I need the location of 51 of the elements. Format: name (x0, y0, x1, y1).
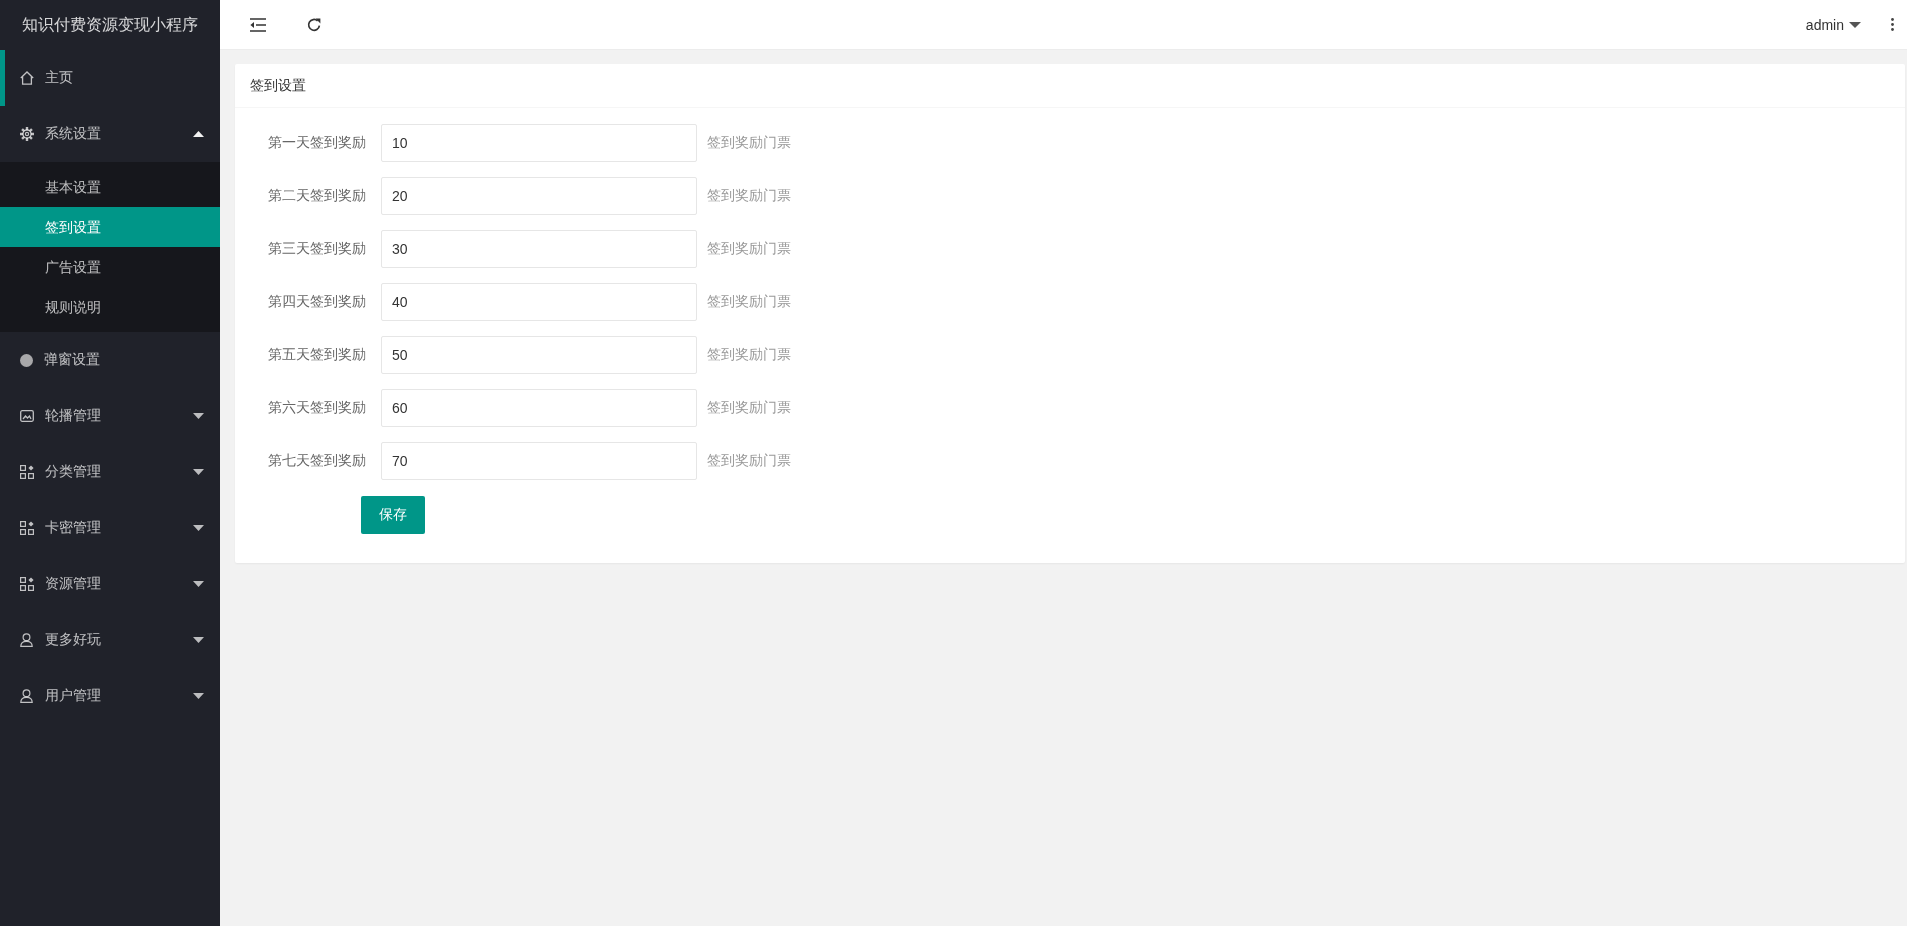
sidebar-nav-item[interactable]: 轮播管理 (0, 388, 220, 444)
app-title: 知识付费资源变现小程序 (21, 15, 199, 35)
sidebar-nav-item[interactable]: 弹窗设置 (0, 332, 220, 388)
input-field[interactable]: 20 (381, 177, 697, 215)
refresh-icon (307, 17, 321, 32)
field-hint: 签到奖励门票 (707, 187, 791, 205)
app-grid-icon (20, 521, 34, 535)
input-field[interactable]: 30 (381, 230, 697, 268)
user-menu-button[interactable]: admin (1785, 0, 1877, 49)
input-field[interactable]: 50 (381, 336, 697, 374)
sidebar-nav-item[interactable]: 主页 (0, 50, 220, 106)
field-label: 第四天签到奖励 (267, 293, 366, 311)
app-grid-icon (20, 577, 34, 591)
field-hint: 签到奖励门票 (707, 240, 791, 258)
sidebar-nav-item[interactable]: 分类管理 (0, 444, 220, 500)
outdent-icon (250, 17, 266, 32)
submenu-item[interactable]: 规则说明 (0, 287, 220, 327)
more-icon (1890, 18, 1894, 31)
field-label: 第一天签到奖励 (267, 134, 366, 152)
field-label: 第三天签到奖励 (267, 240, 366, 258)
save-button[interactable]: 保存 (361, 496, 425, 534)
card-title: 签到设置 (250, 76, 306, 95)
image-icon (20, 410, 34, 422)
input-field[interactable]: 70 (381, 442, 697, 480)
submenu-item[interactable]: 签到设置 (0, 207, 220, 247)
user-icon (20, 633, 34, 647)
field-label: 第五天签到奖励 (267, 346, 366, 364)
sidebar-nav-item[interactable]: 更多好玩 (0, 612, 220, 668)
field-label: 第七天签到奖励 (267, 452, 366, 470)
field-hint: 签到奖励门票 (707, 293, 791, 311)
field-hint: 签到奖励门票 (707, 399, 791, 417)
dot-icon (20, 353, 33, 367)
user-icon (20, 689, 34, 703)
field-label: 第六天签到奖励 (267, 399, 366, 417)
field-hint: 签到奖励门票 (707, 134, 791, 152)
field-hint: 签到奖励门票 (707, 452, 791, 470)
sidebar-nav-item[interactable]: 卡密管理 (0, 500, 220, 556)
field-label: 第二天签到奖励 (267, 187, 366, 205)
caret-icon (1849, 21, 1861, 28)
submenu-item[interactable]: 基本设置 (0, 167, 220, 207)
submenu-item[interactable]: 广告设置 (0, 247, 220, 287)
app-grid-icon (20, 465, 34, 479)
input-field[interactable]: 40 (381, 283, 697, 321)
sidebar-nav-item[interactable]: 资源管理 (0, 556, 220, 612)
input-field[interactable]: 10 (381, 124, 697, 162)
sidebar-nav-item[interactable]: 用户管理 (0, 668, 220, 724)
input-field[interactable]: 60 (381, 389, 697, 427)
sidebar-nav-item[interactable]: 系统设置 (0, 106, 220, 162)
field-hint: 签到奖励门票 (707, 346, 791, 364)
gear-icon (20, 127, 34, 141)
home-icon (20, 71, 34, 85)
